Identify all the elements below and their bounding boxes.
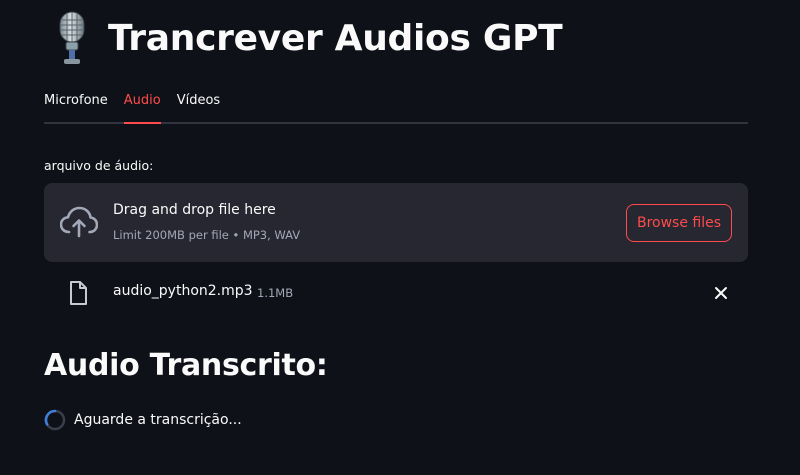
browse-files-button[interactable]: Browse files — [626, 204, 732, 242]
page-header: Trancrever Audios GPT — [44, 6, 563, 70]
page-title: Trancrever Audios GPT — [108, 17, 563, 59]
cloud-upload-icon — [59, 205, 99, 239]
app-page: Trancrever Audios GPT Microfone Audio Ví… — [0, 0, 800, 475]
status-text: Aguarde a transcrição... — [74, 412, 242, 428]
uploader-label: arquivo de áudio: — [44, 158, 154, 173]
tab-audio[interactable]: Audio — [123, 86, 161, 124]
loading-spinner-icon — [44, 409, 66, 431]
uploaded-file-item: audio_python2.mp3 1.1MB — [44, 276, 748, 310]
microphone-icon — [44, 6, 100, 70]
close-icon[interactable] — [708, 280, 734, 306]
file-dropzone[interactable]: Drag and drop file here Limit 200MB per … — [44, 183, 748, 262]
dropzone-limit: Limit 200MB per file • MP3, WAV — [113, 228, 301, 242]
tab-videos[interactable]: Vídeos — [177, 86, 220, 122]
file-name: audio_python2.mp3 — [113, 283, 253, 299]
file-size: 1.1MB — [257, 286, 294, 300]
transcription-heading: Audio Transcrito: — [44, 348, 328, 383]
tab-bar: Microfone Audio Vídeos — [44, 86, 748, 124]
file-icon — [66, 280, 90, 306]
dropzone-instructions: Drag and drop file here — [113, 202, 276, 218]
transcription-status: Aguarde a transcrição... — [44, 408, 242, 432]
tab-microfone[interactable]: Microfone — [44, 86, 108, 122]
